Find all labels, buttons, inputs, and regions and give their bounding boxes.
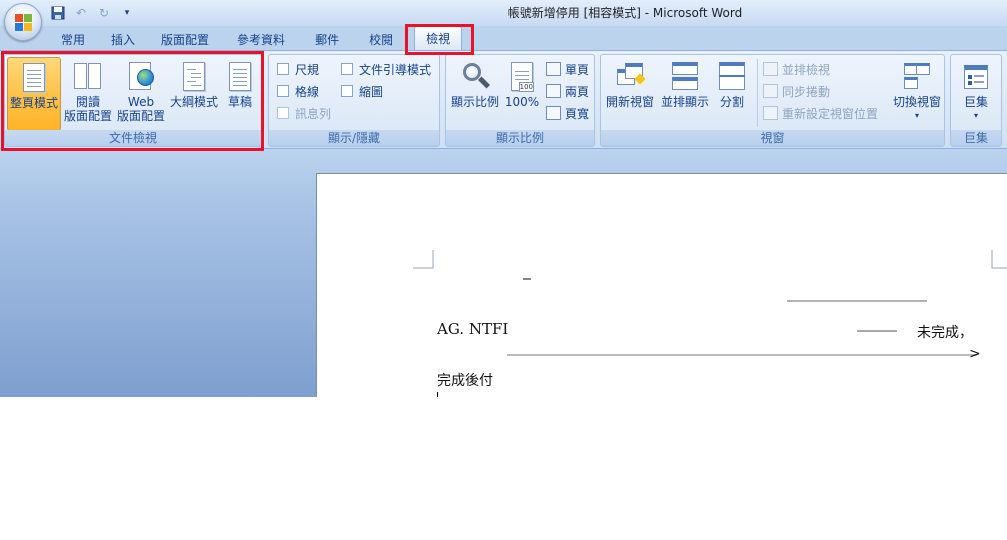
margin-corner-right	[991, 250, 1007, 269]
text-cursor	[437, 392, 438, 397]
tab-page-layout[interactable]: 版面配置	[148, 28, 222, 50]
macros-label: 巨集	[963, 95, 988, 109]
title-bar: ↶ ↻ ▾ 帳號新增停用 [相容模式] - Microsoft Word	[0, 0, 1007, 26]
ruler-label: 尺規	[295, 62, 320, 77]
two-pages-label: 兩頁	[565, 84, 590, 99]
magnifier-icon	[459, 61, 491, 93]
message-bar-check-box[interactable]	[277, 107, 289, 119]
arrange-all-button[interactable]: 並排顯示	[658, 57, 712, 131]
document-page[interactable]: AG. NTFI 未完成， > 完成後付	[316, 173, 1007, 397]
document-map-checkbox[interactable]: 文件引導模式	[341, 59, 431, 79]
sync-scroll-icon	[763, 84, 778, 98]
zoom-button[interactable]: 顯示比例	[448, 57, 502, 131]
thumbnails-label: 縮圖	[359, 84, 384, 99]
switch-windows-button[interactable]: 切換視窗 ▾	[889, 57, 945, 131]
group-zoom: 顯示比例 100 100% 單頁 兩頁 頁寬 顯示比例	[445, 54, 595, 147]
gridlines-checkbox[interactable]: 格線	[277, 81, 319, 101]
message-bar-label: 訊息列	[295, 106, 332, 121]
reset-position-icon	[763, 106, 778, 120]
new-window-icon	[614, 61, 646, 93]
arrange-all-icon	[669, 61, 701, 93]
group-label-window: 視窗	[601, 130, 944, 146]
page-width-icon	[546, 106, 561, 120]
group-macros: 巨集 ▾ 巨集	[950, 54, 1002, 147]
reset-window-position-button[interactable]: 重新設定視窗位置	[763, 103, 878, 123]
split-button[interactable]: 分割	[713, 57, 751, 131]
office-logo-icon	[15, 14, 32, 31]
text-fragment	[523, 278, 531, 280]
text-fragment	[507, 354, 977, 356]
window-group-divider	[757, 59, 758, 127]
thumbnails-check-box[interactable]	[341, 85, 353, 97]
view-side-by-side-button[interactable]: 並排檢視	[763, 59, 830, 79]
reset-position-label: 重新設定視窗位置	[782, 106, 879, 121]
one-page-button[interactable]: 單頁	[546, 59, 589, 79]
thumbnails-checkbox[interactable]: 縮圖	[341, 81, 383, 101]
side-by-side-icon	[763, 62, 778, 76]
page-width-label: 頁寬	[565, 106, 590, 121]
zoom-label: 顯示比例	[450, 95, 499, 109]
switch-windows-label: 切換視窗	[892, 95, 941, 109]
split-label: 分割	[719, 95, 744, 109]
group-window: 開新視窗 並排顯示 分割 並排檢視 同步捲動 重新設定視窗位置 切換視窗 ▾ 視…	[600, 54, 945, 147]
gridlines-label: 格線	[295, 84, 320, 99]
message-bar-checkbox[interactable]: 訊息列	[277, 103, 331, 123]
switch-windows-dropdown-icon: ▾	[914, 111, 919, 120]
gridlines-check-box[interactable]	[277, 85, 289, 97]
ruler-checkbox[interactable]: 尺規	[277, 59, 319, 79]
new-window-button[interactable]: 開新視窗	[603, 57, 657, 131]
synchronous-scrolling-button[interactable]: 同步捲動	[763, 81, 830, 101]
ribbon-tabs: 常用 插入 版面配置 參考資料 郵件 校閱 檢視	[48, 26, 463, 50]
sync-scroll-label: 同步捲動	[782, 84, 831, 99]
macros-icon	[960, 61, 992, 93]
macros-button[interactable]: 巨集 ▾	[953, 57, 999, 131]
zoom-100-icon: 100	[511, 62, 534, 92]
arrange-all-label: 並排顯示	[660, 95, 709, 109]
tab-view-highlight	[405, 24, 474, 55]
macros-dropdown-icon: ▾	[973, 111, 978, 120]
text-fragment	[857, 330, 897, 332]
two-pages-icon	[546, 84, 561, 98]
office-button[interactable]	[4, 3, 42, 41]
document-views-highlight	[1, 51, 264, 151]
view-side-by-side-label: 並排檢視	[782, 62, 831, 77]
margin-corner-left	[413, 250, 434, 269]
new-window-label: 開新視窗	[605, 95, 654, 109]
tab-mailings[interactable]: 郵件	[300, 28, 354, 50]
document-map-check-box[interactable]	[341, 63, 353, 75]
document-line-2-end: >	[969, 346, 981, 362]
document-line-1: AG. NTFI	[437, 320, 509, 338]
one-page-icon	[546, 62, 561, 76]
word-window: ↶ ↻ ▾ 帳號新增停用 [相容模式] - Microsoft Word 常用 …	[0, 0, 1007, 397]
one-page-label: 單頁	[565, 62, 590, 77]
window-title: 帳號新增停用 [相容模式] - Microsoft Word	[507, 6, 743, 20]
tab-home[interactable]: 常用	[48, 28, 98, 50]
group-label-macros: 巨集	[951, 130, 1001, 146]
document-map-label: 文件引導模式	[359, 62, 432, 77]
zoom-100-label: 100%	[504, 95, 540, 109]
switch-windows-icon	[901, 61, 933, 93]
zoom-100-button[interactable]: 100 100%	[503, 57, 541, 131]
group-label-zoom: 顯示比例	[446, 130, 594, 146]
tab-references[interactable]: 參考資料	[222, 28, 300, 50]
tab-insert[interactable]: 插入	[98, 28, 148, 50]
group-show-hide: 尺規 格線 訊息列 文件引導模式 縮圖 顯示/隱藏	[268, 54, 440, 147]
split-icon	[716, 61, 748, 93]
group-label-show-hide: 顯示/隱藏	[269, 130, 439, 146]
document-line-1-end: 未完成，	[917, 325, 973, 341]
document-line-3: 完成後付	[437, 373, 493, 389]
tab-review[interactable]: 校閱	[354, 28, 408, 50]
page-width-button[interactable]: 頁寬	[546, 103, 589, 123]
ruler-check-box[interactable]	[277, 63, 289, 75]
two-pages-button[interactable]: 兩頁	[546, 81, 589, 101]
text-fragment	[787, 300, 927, 302]
